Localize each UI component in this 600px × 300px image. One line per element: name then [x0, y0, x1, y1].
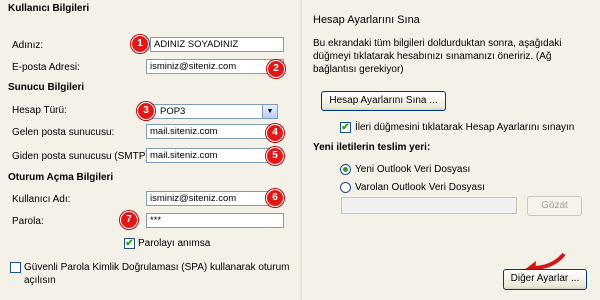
step-badge-4: 4 — [266, 124, 284, 142]
outgoing-server-label: Giden posta sunucusu (SMTP): — [12, 151, 152, 162]
spa-checkbox[interactable] — [10, 262, 21, 273]
browse-button[interactable]: Gözat — [527, 196, 582, 216]
outgoing-server-field[interactable]: mail.siteniz.com — [146, 148, 278, 163]
email-label: E-posta Adresi: — [12, 62, 80, 73]
more-settings-button[interactable]: Diğer Ayarlar ... — [503, 269, 587, 290]
name-label: Adınız: — [12, 40, 44, 51]
email-field[interactable]: isminiz@siteniz.com — [146, 59, 284, 74]
step-badge-7: 7 — [120, 211, 138, 229]
username-field[interactable]: isminiz@siteniz.com — [146, 191, 278, 206]
logon-info-header: Oturum Açma Bilgileri — [8, 172, 114, 183]
username-label: Kullanıcı Adı: — [12, 194, 71, 205]
step-badge-2: 2 — [267, 60, 285, 78]
spa-label-line2: açılısın — [24, 275, 56, 286]
account-type-select[interactable]: POP3 ▼ — [146, 104, 278, 119]
server-info-header: Sunucu Bilgileri — [8, 82, 85, 93]
test-description-line2: düğmeyi tıklatarak hesabınızı sınamanızı… — [313, 51, 552, 62]
new-data-file-radio[interactable] — [340, 164, 351, 175]
new-data-file-label: Yeni Outlook Veri Dosyası — [355, 164, 471, 175]
test-description-line1: Bu ekrandaki tüm bilgileri doldurduktan … — [313, 38, 562, 49]
test-on-next-checkbox[interactable]: ✔ — [340, 122, 351, 133]
deliver-to-header: Yeni iletilerin teslim yeri: — [313, 142, 431, 153]
password-label: Parola: — [12, 216, 44, 227]
column-separator — [300, 0, 302, 300]
incoming-server-label: Gelen posta sunucusu: — [12, 127, 115, 138]
test-account-settings-button[interactable]: Hesap Ayarlarını Sına ... — [321, 91, 446, 111]
account-type-label: Hesap Türü: — [12, 105, 67, 116]
step-badge-1: 1 — [131, 35, 149, 53]
remember-password-checkbox[interactable]: ✔ — [124, 238, 135, 249]
account-settings-window: Kullanıcı Bilgileri Adınız: ADINIZ SOYAD… — [0, 0, 600, 300]
data-file-path-field[interactable] — [341, 197, 517, 214]
incoming-server-field[interactable]: mail.siteniz.com — [146, 124, 278, 139]
account-type-value: POP3 — [160, 106, 186, 117]
user-info-header: Kullanıcı Bilgileri — [8, 3, 90, 14]
remember-password-label: Parolayı anımsa — [138, 238, 211, 249]
spa-label-line1: Güvenli Parola Kimlik Doğrulaması (SPA) … — [24, 262, 290, 273]
step-badge-5: 5 — [266, 147, 284, 165]
test-settings-header: Hesap Ayarlarını Sına — [313, 14, 420, 26]
test-on-next-label: İleri düğmesini tıklatarak Hesap Ayarlar… — [355, 122, 575, 133]
test-description-line3: bağlantısı gerekiyor) — [313, 64, 404, 75]
step-badge-3: 3 — [137, 102, 155, 120]
existing-data-file-label: Varolan Outlook Veri Dosyası — [355, 182, 485, 193]
chevron-down-icon[interactable]: ▼ — [262, 105, 277, 118]
existing-data-file-radio[interactable] — [340, 182, 351, 193]
name-field[interactable]: ADINIZ SOYADINIZ — [150, 37, 284, 52]
password-field[interactable]: *** — [146, 213, 284, 228]
step-badge-6: 6 — [266, 189, 284, 207]
